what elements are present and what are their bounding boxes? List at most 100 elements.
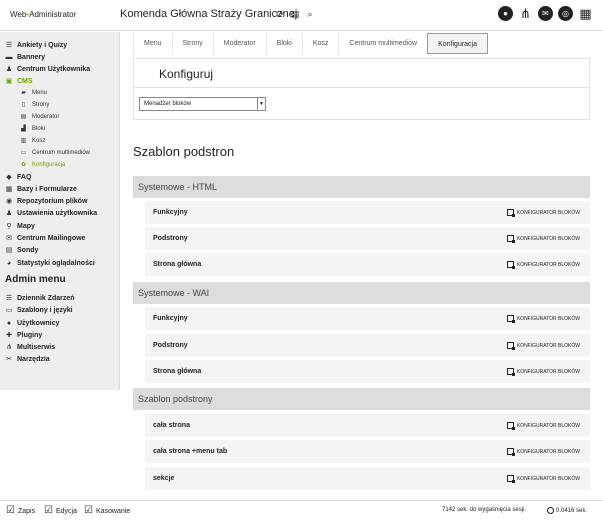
table-row: cała strona +menu tab KONFIGURATOR BLOKÓ… bbox=[145, 440, 590, 464]
edit-icon bbox=[506, 235, 515, 243]
block-configurator-link[interactable]: KONFIGURATOR BLOKÓW bbox=[506, 235, 580, 243]
row-name: Strona główna bbox=[153, 261, 202, 268]
block-configurator-link[interactable]: KONFIGURATOR BLOKÓW bbox=[506, 209, 580, 217]
sidebar-item-repozytorium[interactable]: ◉ Repozytorium plików bbox=[5, 196, 87, 207]
blocks-icon: ▟ bbox=[21, 125, 26, 132]
moderator-icon: ▤ bbox=[20, 113, 27, 120]
block-configurator-link[interactable]: KONFIGURATOR BLOKÓW bbox=[506, 422, 580, 430]
edit-icon bbox=[506, 368, 515, 376]
block-configurator-link[interactable]: KONFIGURATOR BLOKÓW bbox=[506, 475, 580, 483]
sidebar-item-centrum-mailingowe[interactable]: ✉ Centrum Mailingowe bbox=[5, 233, 85, 244]
user-settings-icon: ♟ bbox=[5, 209, 13, 217]
sidebar-sub-centrum-multimediow[interactable]: ▭ Centrum multimediów bbox=[20, 148, 90, 158]
group-header: Systemowe - WAI bbox=[133, 282, 590, 304]
sidebar-item-statystyki[interactable]: ◕ Statystyki oglądalności bbox=[5, 258, 95, 269]
share-icon[interactable]: ⋔ bbox=[518, 6, 533, 21]
plugin-icon: ✚ bbox=[6, 331, 12, 339]
sidebar-item-ustawienia[interactable]: ♟ Ustawienia użytkownika bbox=[5, 208, 97, 219]
sidebar-item-faq[interactable]: ◆ FAQ bbox=[5, 172, 31, 183]
gear-icon: ✿ bbox=[20, 161, 27, 168]
checkmark-icon: ☑ bbox=[84, 505, 93, 516]
sidebar-item-narzedzia[interactable]: ✂ Narzędzia bbox=[5, 354, 50, 365]
users-icon: ● bbox=[6, 319, 12, 327]
sidebar-item-ankiety[interactable]: ☰ Ankiety i Quizy bbox=[5, 40, 67, 51]
sidebar-item-uzytkownicy[interactable]: ● Użytkownicy bbox=[5, 318, 60, 329]
refresh-icon[interactable]: ⟳ bbox=[275, 9, 285, 19]
tab-kosz[interactable]: Kosz bbox=[301, 33, 339, 54]
sidebar-item-sondy[interactable]: ▤ Sondy bbox=[5, 245, 39, 256]
help-lifebuoy-icon[interactable]: ◎ bbox=[558, 6, 573, 21]
sidebar-item-centrum-uzytkownika[interactable]: ♟ Centrum Użytkownika bbox=[5, 64, 90, 75]
konfiguruj-panel: Konfiguruj Menadżer bloków ▼ bbox=[133, 58, 590, 120]
tab-moderator[interactable]: Moderator bbox=[212, 33, 266, 54]
user-icon[interactable]: ● bbox=[498, 6, 513, 21]
tab-konfiguracja[interactable]: Konfiguracja bbox=[427, 33, 489, 54]
database-icon: ▦ bbox=[5, 185, 13, 193]
edit-icon bbox=[506, 422, 515, 430]
banner-icon: ▬ bbox=[5, 53, 13, 61]
block-configurator-link[interactable]: KONFIGURATOR BLOKÓW bbox=[506, 342, 580, 350]
folder-icon: ▰ bbox=[21, 89, 26, 96]
tab-menu[interactable]: Menu bbox=[133, 33, 172, 54]
page-icon: ▯ bbox=[21, 101, 26, 108]
app-logo[interactable]: Web•Administrator bbox=[10, 10, 76, 19]
sidebar-item-szablony[interactable]: ▭ Szablony i języki bbox=[5, 305, 73, 316]
row-name: Podstrony bbox=[153, 235, 188, 242]
search-icon[interactable]: ⌕ bbox=[305, 9, 315, 19]
edit-icon bbox=[506, 448, 515, 456]
sidebar-item-bannery[interactable]: ▬ Bannery bbox=[5, 52, 46, 63]
block-configurator-link[interactable]: KONFIGURATOR BLOKÓW bbox=[506, 448, 580, 456]
grid-icon[interactable]: ▦ bbox=[578, 6, 593, 21]
table-row: cała strona KONFIGURATOR BLOKÓW bbox=[145, 414, 590, 438]
konfiguruj-title: Konfiguruj bbox=[157, 67, 216, 81]
block-configurator-link[interactable]: KONFIGURATOR BLOKÓW bbox=[506, 261, 580, 269]
media-icon: ▭ bbox=[20, 149, 27, 156]
list-icon[interactable]: ▤ bbox=[290, 9, 300, 19]
sidebar-sub-strony[interactable]: ▯ Strony bbox=[20, 100, 50, 110]
top-header: Web•Administrator Komenda Główna Straży … bbox=[0, 0, 603, 31]
sidebar-item-dziennik[interactable]: ☰ Dziennik Zdarzeń bbox=[5, 293, 75, 304]
trash-icon: ▥ bbox=[20, 137, 27, 144]
row-name: sekcje bbox=[153, 475, 175, 482]
sidebar-item-mapy[interactable]: ⚲ Mapy bbox=[5, 221, 34, 232]
page-title: Komenda Główna Straży Granicznej bbox=[120, 8, 298, 20]
sidebar-sub-bloki[interactable]: ▟ Bloki bbox=[20, 124, 45, 134]
log-icon: ☰ bbox=[5, 294, 13, 302]
faq-icon: ◆ bbox=[6, 173, 12, 181]
sidebar-sub-menu[interactable]: ▰ Menu bbox=[20, 88, 47, 98]
chevron-down-icon[interactable]: ▼ bbox=[257, 98, 265, 110]
table-row: Strona główna KONFIGURATOR BLOKÓW bbox=[145, 253, 590, 277]
tab-centrum-multimediow[interactable]: Centrum multimediów bbox=[338, 33, 427, 54]
tab-strony[interactable]: Strony bbox=[171, 33, 213, 54]
render-time: 0.0416 sek. bbox=[547, 507, 587, 514]
sidebar-item-pluginy[interactable]: ✚ Pluginy bbox=[5, 330, 42, 341]
eye-icon: ◉ bbox=[5, 197, 13, 205]
permission-kasowanie: ☑ Kasowanie bbox=[84, 505, 131, 516]
sidebar-item-bazy[interactable]: ▦ Bazy i Formularze bbox=[5, 184, 77, 195]
table-row: Podstrony KONFIGURATOR BLOKÓW bbox=[145, 334, 590, 358]
block-configurator-link[interactable]: KONFIGURATOR BLOKÓW bbox=[506, 368, 580, 376]
table-row: sekcje KONFIGURATOR BLOKÓW bbox=[145, 467, 590, 491]
table-row: Strona główna KONFIGURATOR BLOKÓW bbox=[145, 360, 590, 384]
admin-menu-title: Admin menu bbox=[5, 274, 66, 285]
sidebar-item-cms[interactable]: ▣ CMS bbox=[5, 76, 33, 87]
mail-icon[interactable]: ✉ bbox=[538, 6, 553, 21]
permission-edycja: ☑ Edycja bbox=[44, 505, 77, 516]
divider bbox=[134, 87, 589, 88]
block-configurator-link[interactable]: KONFIGURATOR BLOKÓW bbox=[506, 315, 580, 323]
sidebar-item-multiserwis[interactable]: ⋔ Multiserwis bbox=[5, 342, 55, 353]
row-name: Funkcyjny bbox=[153, 315, 188, 322]
tab-bloki[interactable]: Bloki bbox=[265, 33, 302, 54]
checkmark-icon: ☑ bbox=[44, 505, 53, 516]
clock-icon bbox=[547, 507, 554, 514]
sidebar-sub-moderator[interactable]: ▤ Moderator bbox=[20, 112, 60, 122]
row-name: cała strona bbox=[153, 422, 190, 429]
session-timer: 7142 sek. do wygaśnięcia sesji. bbox=[442, 507, 527, 513]
row-name: Podstrony bbox=[153, 342, 188, 349]
users-icon: ♟ bbox=[5, 65, 13, 73]
sidebar-sub-kosz[interactable]: ▥ Kosz bbox=[20, 136, 46, 146]
sidebar-sub-konfiguracja[interactable]: ✿ Konfiguracja bbox=[20, 160, 65, 170]
sidebar: ☰ Ankiety i Quizy ▬ Bannery ♟ Centrum Użytk… bbox=[0, 32, 120, 390]
config-type-select[interactable]: Menadżer bloków ▼ bbox=[139, 97, 266, 111]
checkmark-icon: ☑ bbox=[6, 505, 15, 516]
